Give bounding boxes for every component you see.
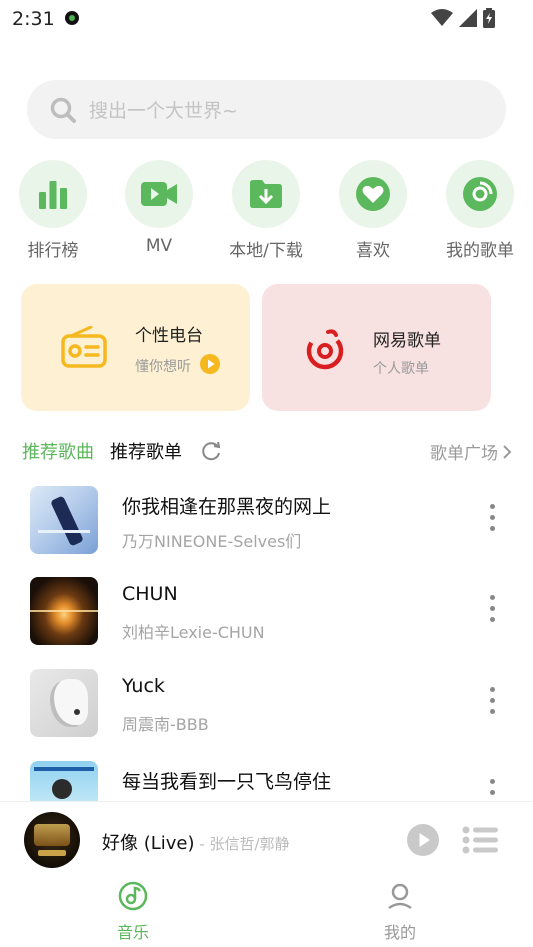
mini-player[interactable]: 好像 (Live) - 张信哲/郭静 [0,801,533,877]
song-cover [30,577,98,645]
radio-icon [61,326,107,368]
radio-card-subtitle: 懂你想听 [135,359,191,375]
song-cover [30,486,98,554]
bottom-nav: 音乐 我的 [0,877,533,947]
folder-download-icon [250,180,282,208]
nav-music[interactable]: 音乐 [83,881,183,943]
playlist-icon[interactable] [462,826,498,854]
quick-action-my-playlists[interactable]: 我的歌单 [435,160,525,261]
quick-action-label: 我的歌单 [446,241,514,261]
song-title: 每当我看到一只飞鸟停住 [122,771,332,793]
song-row[interactable]: Yuck 周震南-BBB [0,669,533,749]
quick-action-charts[interactable]: 排行榜 [8,160,98,261]
player-track-info: 好像 (Live) - 张信哲/郭静 [102,829,290,855]
search-bar[interactable]: 搜出一个大世界~ [27,80,506,139]
refresh-icon[interactable] [200,440,222,462]
wifi-icon [431,9,453,26]
status-time: 2:31 [12,8,55,30]
disc-icon [463,177,497,211]
more-options-icon[interactable] [482,504,502,536]
video-icon [141,182,177,206]
player-track-artist: - 张信哲/郭静 [194,835,290,853]
status-icons [431,8,495,28]
song-artist: 乃万NINEONE-Selves们 [122,532,302,551]
quick-action-favorites[interactable]: 喜欢 [328,160,418,261]
signal-icon [459,9,477,27]
playlist-plaza-link[interactable]: 歌单广场 [430,439,512,464]
more-options-icon[interactable] [482,687,502,719]
app-notification-icon [65,11,79,25]
song-cover [30,669,98,737]
play-button[interactable] [407,824,439,856]
heart-icon [356,177,390,211]
search-icon [50,97,76,123]
netease-playlist-card[interactable]: 网易歌单 个人歌单 [262,284,491,411]
quick-action-label: 本地/下载 [229,241,303,261]
tab-recommended-playlists[interactable]: 推荐歌单 [110,438,182,464]
song-row[interactable]: 你我相逢在那黑夜的网上 乃万NINEONE-Selves们 [0,486,533,566]
nav-music-label: 音乐 [116,923,149,942]
song-title: Yuck [122,675,165,697]
more-options-icon[interactable] [482,595,502,627]
quick-action-label: MV [145,236,173,256]
playlist-plaza-label: 歌单广场 [430,444,498,464]
music-disc-icon [118,881,148,911]
player-track-title: 好像 (Live) [102,833,195,854]
play-circle-icon[interactable] [200,354,220,374]
netease-logo-icon [306,329,344,370]
quick-action-mv[interactable]: MV [114,160,204,256]
song-artist: 周震南-BBB [122,715,209,734]
quick-action-label: 喜欢 [356,241,390,261]
player-cover [24,812,80,868]
radio-card[interactable]: 个性电台 懂你想听 [21,284,250,411]
chevron-right-icon [503,444,512,459]
nav-mine[interactable]: 我的 [350,881,450,943]
song-row[interactable]: CHUN 刘柏辛Lexie-CHUN [0,577,533,657]
user-icon [388,883,412,910]
nav-mine-label: 我的 [383,923,416,942]
netease-card-subtitle: 个人歌单 [373,361,429,377]
recommend-section-header: 推荐歌曲 推荐歌单 歌单广场 [22,436,512,464]
chart-icon [39,181,67,209]
radio-card-title: 个性电台 [135,326,203,346]
tab-recommended-songs[interactable]: 推荐歌曲 [22,438,94,464]
battery-icon [483,8,495,28]
song-artist: 刘柏辛Lexie-CHUN [122,623,265,642]
quick-action-label: 排行榜 [27,241,79,261]
status-bar: 2:31 [0,0,533,38]
song-title: 你我相逢在那黑夜的网上 [122,496,332,518]
search-placeholder: 搜出一个大世界~ [89,100,238,122]
quick-action-local-download[interactable]: 本地/下载 [221,160,311,261]
song-title: CHUN [122,583,178,605]
netease-card-title: 网易歌单 [373,331,441,351]
